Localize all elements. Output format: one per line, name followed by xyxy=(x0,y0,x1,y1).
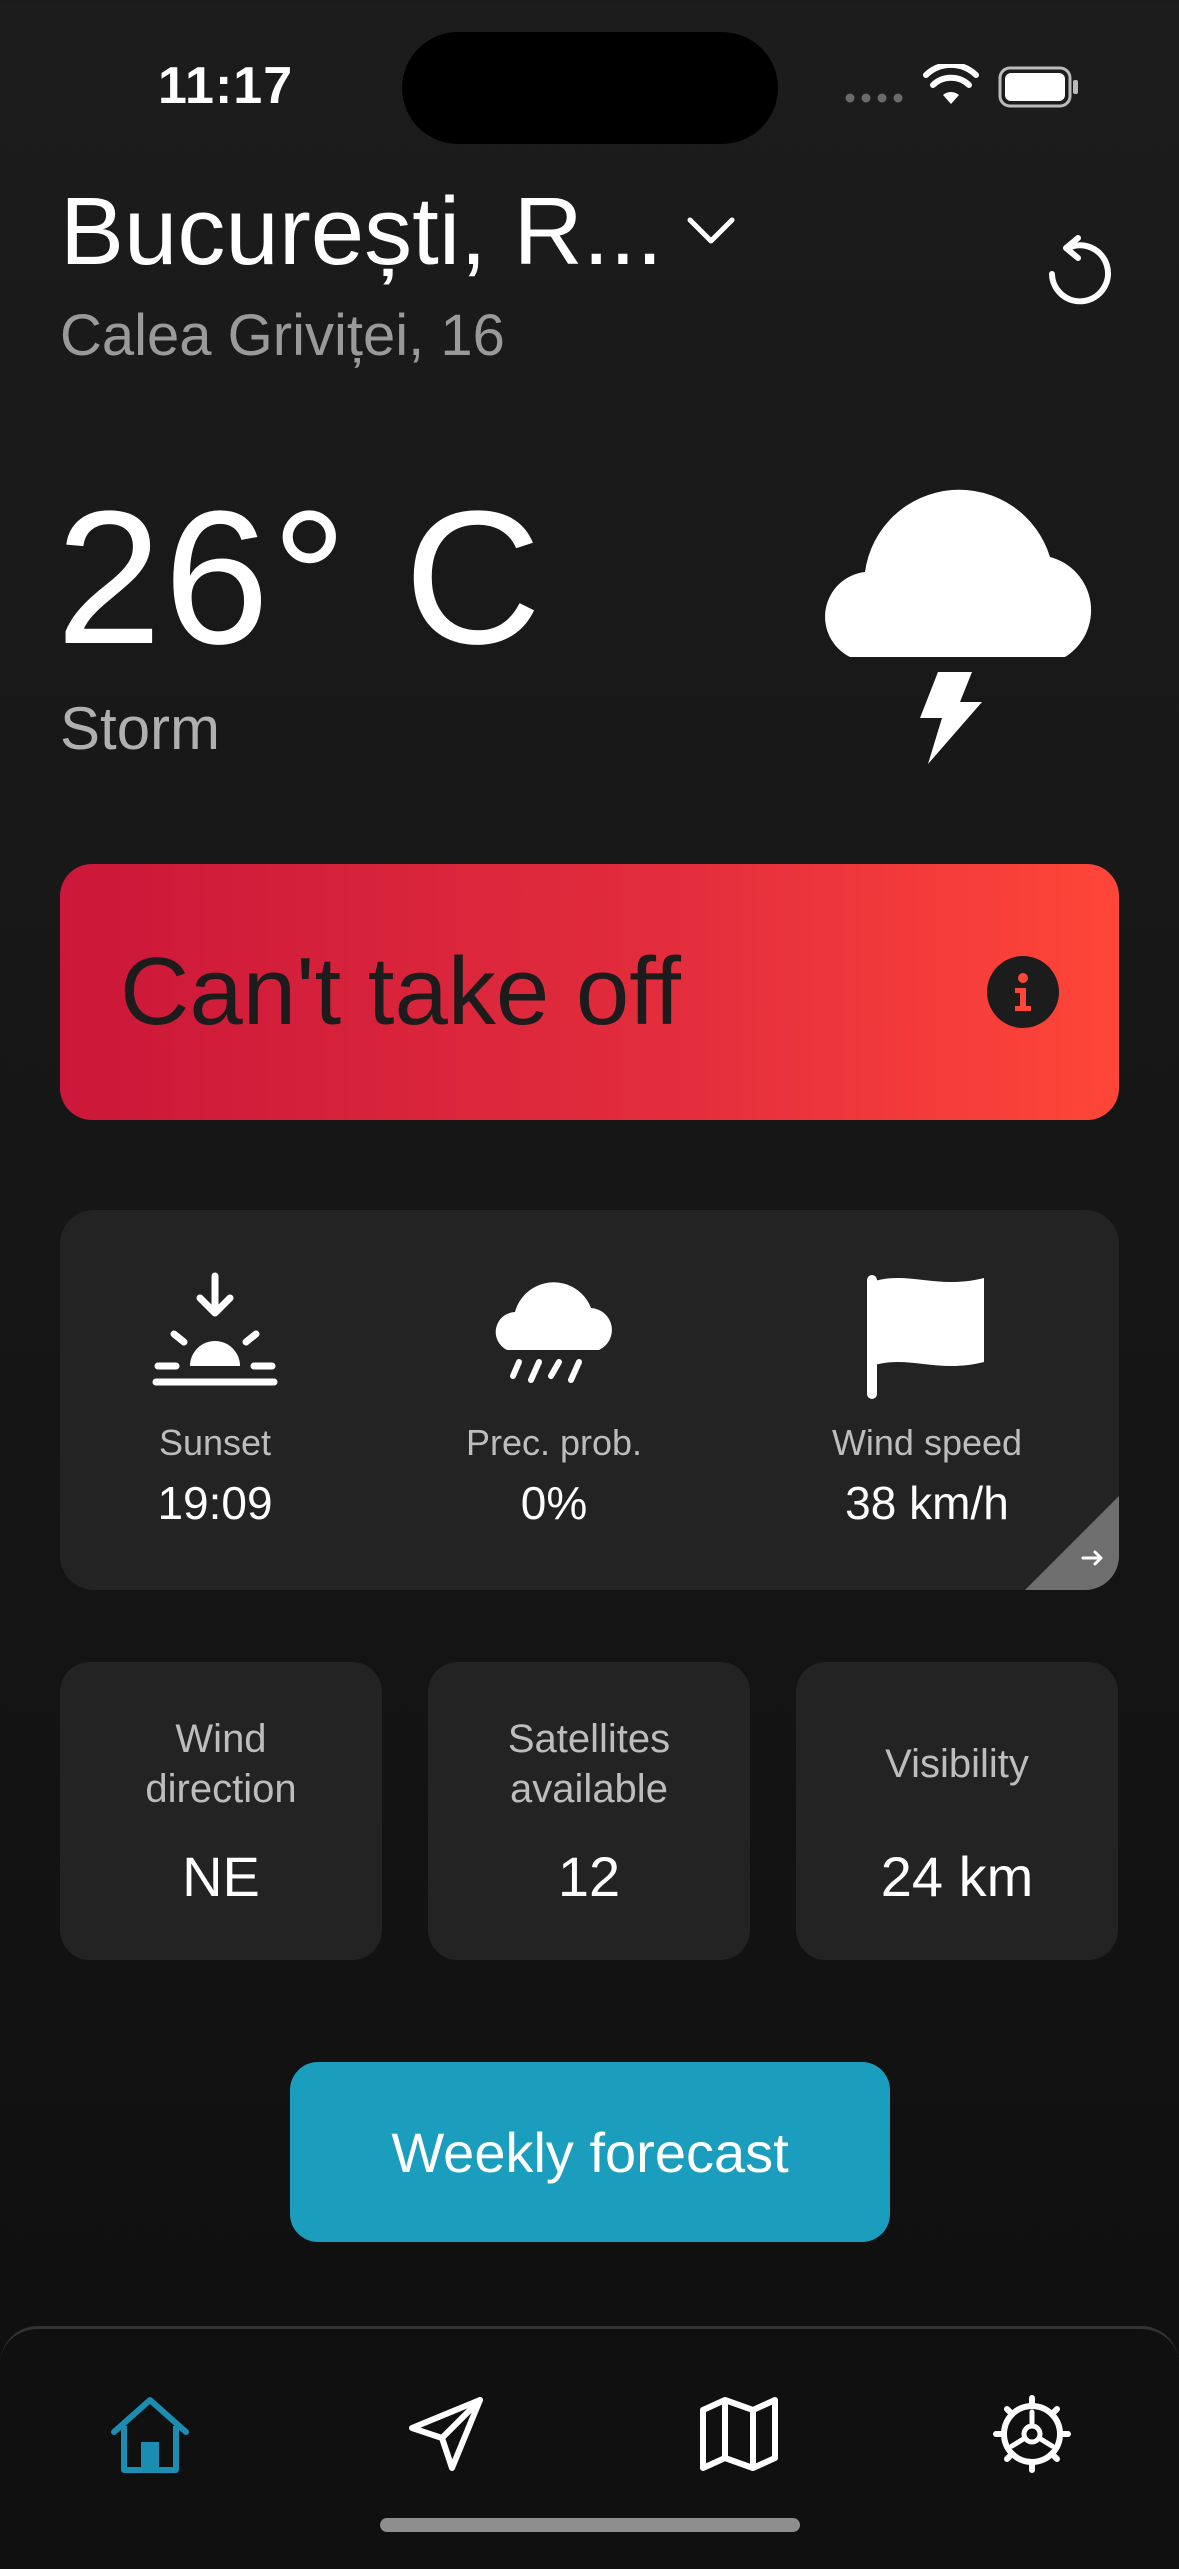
location-city[interactable]: București, R... xyxy=(60,180,663,284)
location-street: Calea Griviței, 16 xyxy=(60,303,505,368)
weather-condition: Storm xyxy=(60,695,221,762)
stat-value: 19:09 xyxy=(157,1477,273,1529)
tile-label: Visibility xyxy=(885,1742,1029,1786)
map-icon[interactable] xyxy=(697,2392,781,2476)
takeoff-alert-banner[interactable]: Can't take off xyxy=(60,864,1119,1120)
tile-value: 12 xyxy=(557,1845,621,1908)
status-time: 11:17 xyxy=(158,57,294,115)
flag-icon xyxy=(867,1275,984,1399)
stat-wind-speed: Wind speed 38 km/h xyxy=(777,1270,1077,1530)
sunset-icon xyxy=(152,1272,278,1386)
tile-value: NE xyxy=(182,1845,260,1908)
stat-value: 0% xyxy=(520,1477,588,1529)
tile-label: Wind direction xyxy=(145,1717,297,1811)
rain-cloud-icon xyxy=(495,1282,612,1383)
tile-visibility: Visibility 24 km xyxy=(796,1662,1118,1960)
temperature: 26° C xyxy=(56,472,544,684)
refresh-icon[interactable] xyxy=(1038,232,1118,312)
stat-label: Sunset xyxy=(158,1422,272,1463)
home-indicator xyxy=(380,2518,800,2532)
info-icon[interactable] xyxy=(987,956,1059,1028)
stat-label: Wind speed xyxy=(831,1422,1023,1463)
tile-label: Satellites available xyxy=(507,1717,671,1811)
weather-stats-card[interactable]: Sunset 19:09 Prec. prob. 0% Wind speed 3… xyxy=(60,1210,1119,1590)
battery-icon xyxy=(998,66,1078,108)
wifi-icon xyxy=(923,64,979,104)
cloud-lightning-icon xyxy=(825,489,1092,764)
stat-precipitation: Prec. prob. 0% xyxy=(404,1270,704,1530)
tile-value: 24 km xyxy=(880,1845,1034,1908)
tile-wind-direction: Wind direction NE xyxy=(60,1662,382,1960)
stat-label: Prec. prob. xyxy=(465,1422,643,1463)
weekly-forecast-button[interactable]: Weekly forecast xyxy=(290,2062,890,2242)
dynamic-island xyxy=(402,32,778,144)
navigation-arrow-icon[interactable] xyxy=(404,2392,488,2476)
cellular-signal-icon xyxy=(845,93,903,103)
expand-arrow-icon[interactable] xyxy=(1025,1496,1119,1590)
chevron-down-icon[interactable] xyxy=(686,214,736,248)
gear-icon[interactable] xyxy=(990,2392,1074,2476)
tile-satellites: Satellites available 12 xyxy=(428,1662,750,1960)
alert-text: Can't take off xyxy=(120,938,681,1045)
home-icon[interactable] xyxy=(108,2392,192,2476)
stat-sunset: Sunset 19:09 xyxy=(65,1270,365,1530)
